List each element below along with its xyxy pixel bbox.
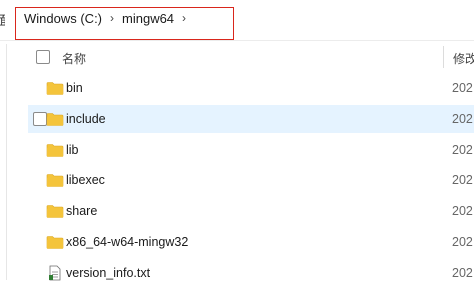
- folder-icon: [46, 203, 64, 219]
- folder-icon: [46, 172, 64, 188]
- folder-row[interactable]: x86_64-w64-mingw32 202: [28, 228, 474, 256]
- file-name: x86_64-w64-mingw32: [66, 235, 189, 249]
- folder-row[interactable]: share 202: [28, 197, 474, 225]
- file-modified-date: 202: [452, 265, 473, 280]
- file-modified-date: 202: [452, 235, 473, 249]
- file-name: include: [66, 111, 106, 126]
- file-modified-date: 202: [452, 111, 473, 126]
- highlight-annotation-box: [15, 7, 234, 40]
- folder-row[interactable]: libexec 202: [28, 166, 474, 194]
- folder-row[interactable]: lib 202: [28, 136, 474, 164]
- folder-icon: [46, 234, 64, 250]
- text-file-icon: [46, 265, 64, 281]
- folder-row[interactable]: bin 202: [28, 74, 474, 102]
- file-name: lib: [66, 142, 79, 157]
- row-checkbox[interactable]: [33, 111, 47, 126]
- column-header: 名称 修改: [0, 44, 474, 70]
- navigation-pane-border: [6, 44, 7, 280]
- file-modified-date: 202: [452, 173, 473, 188]
- folder-icon: [46, 142, 64, 158]
- folder-row[interactable]: include 202: [28, 104, 474, 133]
- file-name: bin: [66, 81, 83, 95]
- file-modified-date: 202: [452, 204, 473, 219]
- folder-icon: [46, 80, 64, 96]
- column-header-modified[interactable]: 修改: [453, 50, 474, 67]
- column-resize-handle[interactable]: [443, 46, 444, 68]
- file-modified-date: 202: [452, 81, 473, 95]
- file-row[interactable]: version_info.txt 202: [28, 259, 474, 287]
- address-bar[interactable]: 面 Windows (C:) › mingw64 ›: [0, 0, 474, 40]
- file-name: share: [66, 204, 98, 219]
- sidebar-edge-text: 面: [0, 10, 5, 29]
- toolbar-divider: [0, 40, 474, 41]
- file-modified-date: 202: [452, 142, 473, 157]
- file-name: version_info.txt: [66, 265, 151, 280]
- file-name: libexec: [66, 173, 105, 188]
- folder-icon: [46, 111, 64, 127]
- select-all-checkbox[interactable]: [36, 50, 50, 64]
- column-header-name[interactable]: 名称: [62, 50, 86, 67]
